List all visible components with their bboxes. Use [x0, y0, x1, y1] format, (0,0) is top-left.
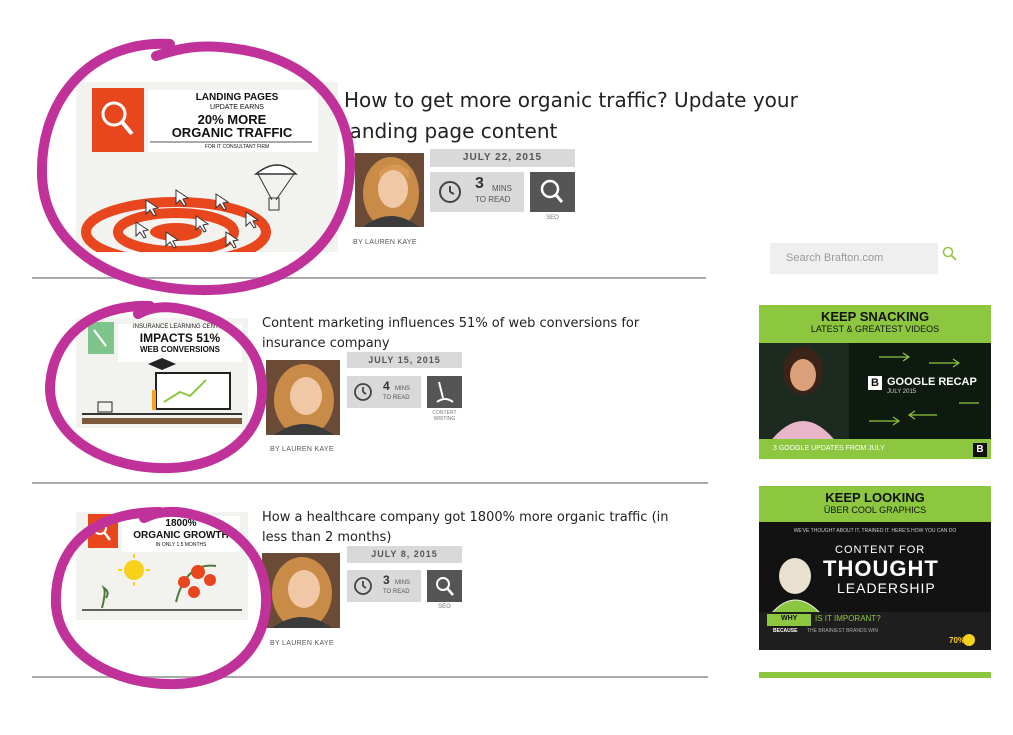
article-1-author-photo	[355, 153, 424, 227]
promo-next-header[interactable]	[759, 672, 991, 678]
thumb-line: IMPACTS 51%	[139, 331, 221, 345]
article-2-date: JULY 15, 2015	[347, 352, 462, 368]
promo-graphic-thumbnail[interactable]: WE'VE THOUGHT ABOUT IT, TRAINED IT. HERE…	[759, 522, 991, 650]
article-1-thumbnail[interactable]: LANDING PAGES UPDATE EARNS 20% MORE ORGA…	[76, 82, 338, 252]
logo-corner: B	[973, 443, 987, 457]
article-divider	[32, 277, 706, 279]
clock-icon	[439, 181, 461, 203]
thumb-line: 1800%	[165, 518, 197, 529]
read-minutes: 3	[383, 573, 390, 587]
article-2-read-time: 4 MINS TO READ	[347, 376, 421, 408]
clock-icon	[354, 383, 372, 401]
read-mins-label: MINS	[492, 184, 512, 193]
article-2-thumbnail[interactable]: INSURANCE LEARNING CENTER IMPACTS 51% WE…	[76, 318, 248, 428]
thumb-line: INSURANCE LEARNING CENTER	[132, 324, 227, 330]
graphic-because: BECAUSE	[773, 628, 798, 634]
pen-writing-icon	[436, 381, 454, 403]
read-minutes: 3	[475, 175, 484, 192]
thumb-line: FOR IT CONSULTANT FIRM	[204, 144, 270, 150]
article-3-byline[interactable]: BY LAUREN KAYE	[270, 640, 334, 647]
graphic-line3: LEADERSHIP	[837, 580, 936, 596]
article-1-title[interactable]: How to get more organic traffic? Update …	[344, 85, 804, 147]
thumb-line: IN ONLY 1.5 MONTHS	[155, 542, 207, 548]
graphic-brainiest: THE BRAINIEST BRANDS WIN	[807, 628, 879, 634]
article-3-category-button[interactable]	[427, 570, 462, 602]
article-2-category-label[interactable]: CONTENT WRITING	[427, 410, 462, 422]
read-to-label: TO READ	[475, 195, 511, 204]
clock-icon	[354, 577, 372, 595]
article-2-author-photo	[266, 360, 340, 435]
logo-letter: B	[976, 444, 984, 455]
article-1-category-button[interactable]	[530, 172, 575, 212]
article-3-category-label[interactable]: SEO	[427, 604, 462, 611]
logo-letter: B	[871, 377, 879, 389]
article-divider	[32, 676, 708, 678]
article-3-thumbnail[interactable]: 1800% ORGANIC GROWTH IN ONLY 1.5 MONTHS	[76, 512, 248, 620]
promo-graphics-header[interactable]: KEEP LOOKING ÜBER COOL GRAPHICS	[759, 486, 991, 522]
search-icon[interactable]	[941, 245, 959, 263]
thumb-line: ORGANIC GROWTH	[133, 530, 229, 541]
promo-videos-header[interactable]: KEEP SNACKING LATEST & GREATEST VIDEOS	[759, 305, 991, 343]
search-icon	[436, 577, 454, 596]
article-3-date: JULY 8, 2015	[347, 546, 462, 563]
article-1-byline[interactable]: BY LAUREN KAYE	[353, 239, 417, 246]
read-mins-label: MINS	[395, 580, 410, 586]
promo-subtitle: LATEST & GREATEST VIDEOS	[810, 324, 940, 334]
video-title: GOOGLE RECAP	[887, 376, 977, 388]
logo-badge: B	[868, 376, 882, 390]
article-2-category-button[interactable]	[427, 376, 462, 408]
read-to-label: TO READ	[383, 395, 410, 401]
thumb-line: UPDATE EARNS	[210, 104, 264, 111]
article-1-read-time: 3 MINS TO READ	[430, 172, 524, 212]
read-minutes: 4	[383, 379, 390, 393]
article-1-date: JULY 22, 2015	[430, 149, 575, 167]
read-to-label: TO READ	[383, 589, 410, 595]
graphic-line2: THOUGHT	[823, 556, 939, 581]
thumb-line: LANDING PAGES	[195, 92, 279, 103]
promo-video-thumbnail[interactable]: B GOOGLE RECAP JULY 2015 3 GOOGLE UPDATE…	[759, 343, 991, 459]
article-3-read-time: 3 MINS TO READ	[347, 570, 421, 602]
article-2-byline[interactable]: BY LAUREN KAYE	[270, 446, 334, 453]
thumb-line: ORGANIC TRAFFIC	[171, 125, 293, 140]
search-icon	[540, 179, 564, 203]
article-3-title[interactable]: How a healthcare company got 1800% more …	[262, 508, 682, 548]
promo-subtitle: ÜBER COOL GRAPHICS	[823, 505, 927, 515]
graphic-line1: CONTENT FOR	[835, 544, 926, 556]
article-2-title[interactable]: Content marketing influences 51% of web …	[262, 314, 682, 354]
graphic-stat: 70%	[949, 636, 966, 645]
article-1-category-label[interactable]: SEO	[530, 215, 575, 222]
video-date: JULY 2015	[887, 389, 917, 395]
graphic-important: IS IT IMPORANT?	[815, 614, 881, 623]
promo-title: KEEP LOOKING	[825, 490, 925, 505]
thumb-line: WEB CONVERSIONS	[139, 345, 220, 354]
video-caption: 3 GOOGLE UPDATES FROM JULY	[773, 445, 885, 452]
graphic-why: WHY	[781, 615, 798, 622]
graphic-intro: WE'VE THOUGHT ABOUT IT, TRAINED IT. HERE…	[793, 528, 957, 534]
article-divider	[32, 482, 708, 484]
article-3-author-photo	[262, 553, 340, 628]
read-mins-label: MINS	[395, 386, 410, 392]
search-input[interactable]: Search Brafton.com	[770, 243, 938, 274]
promo-title: KEEP SNACKING	[820, 309, 930, 324]
video-art	[759, 343, 991, 459]
